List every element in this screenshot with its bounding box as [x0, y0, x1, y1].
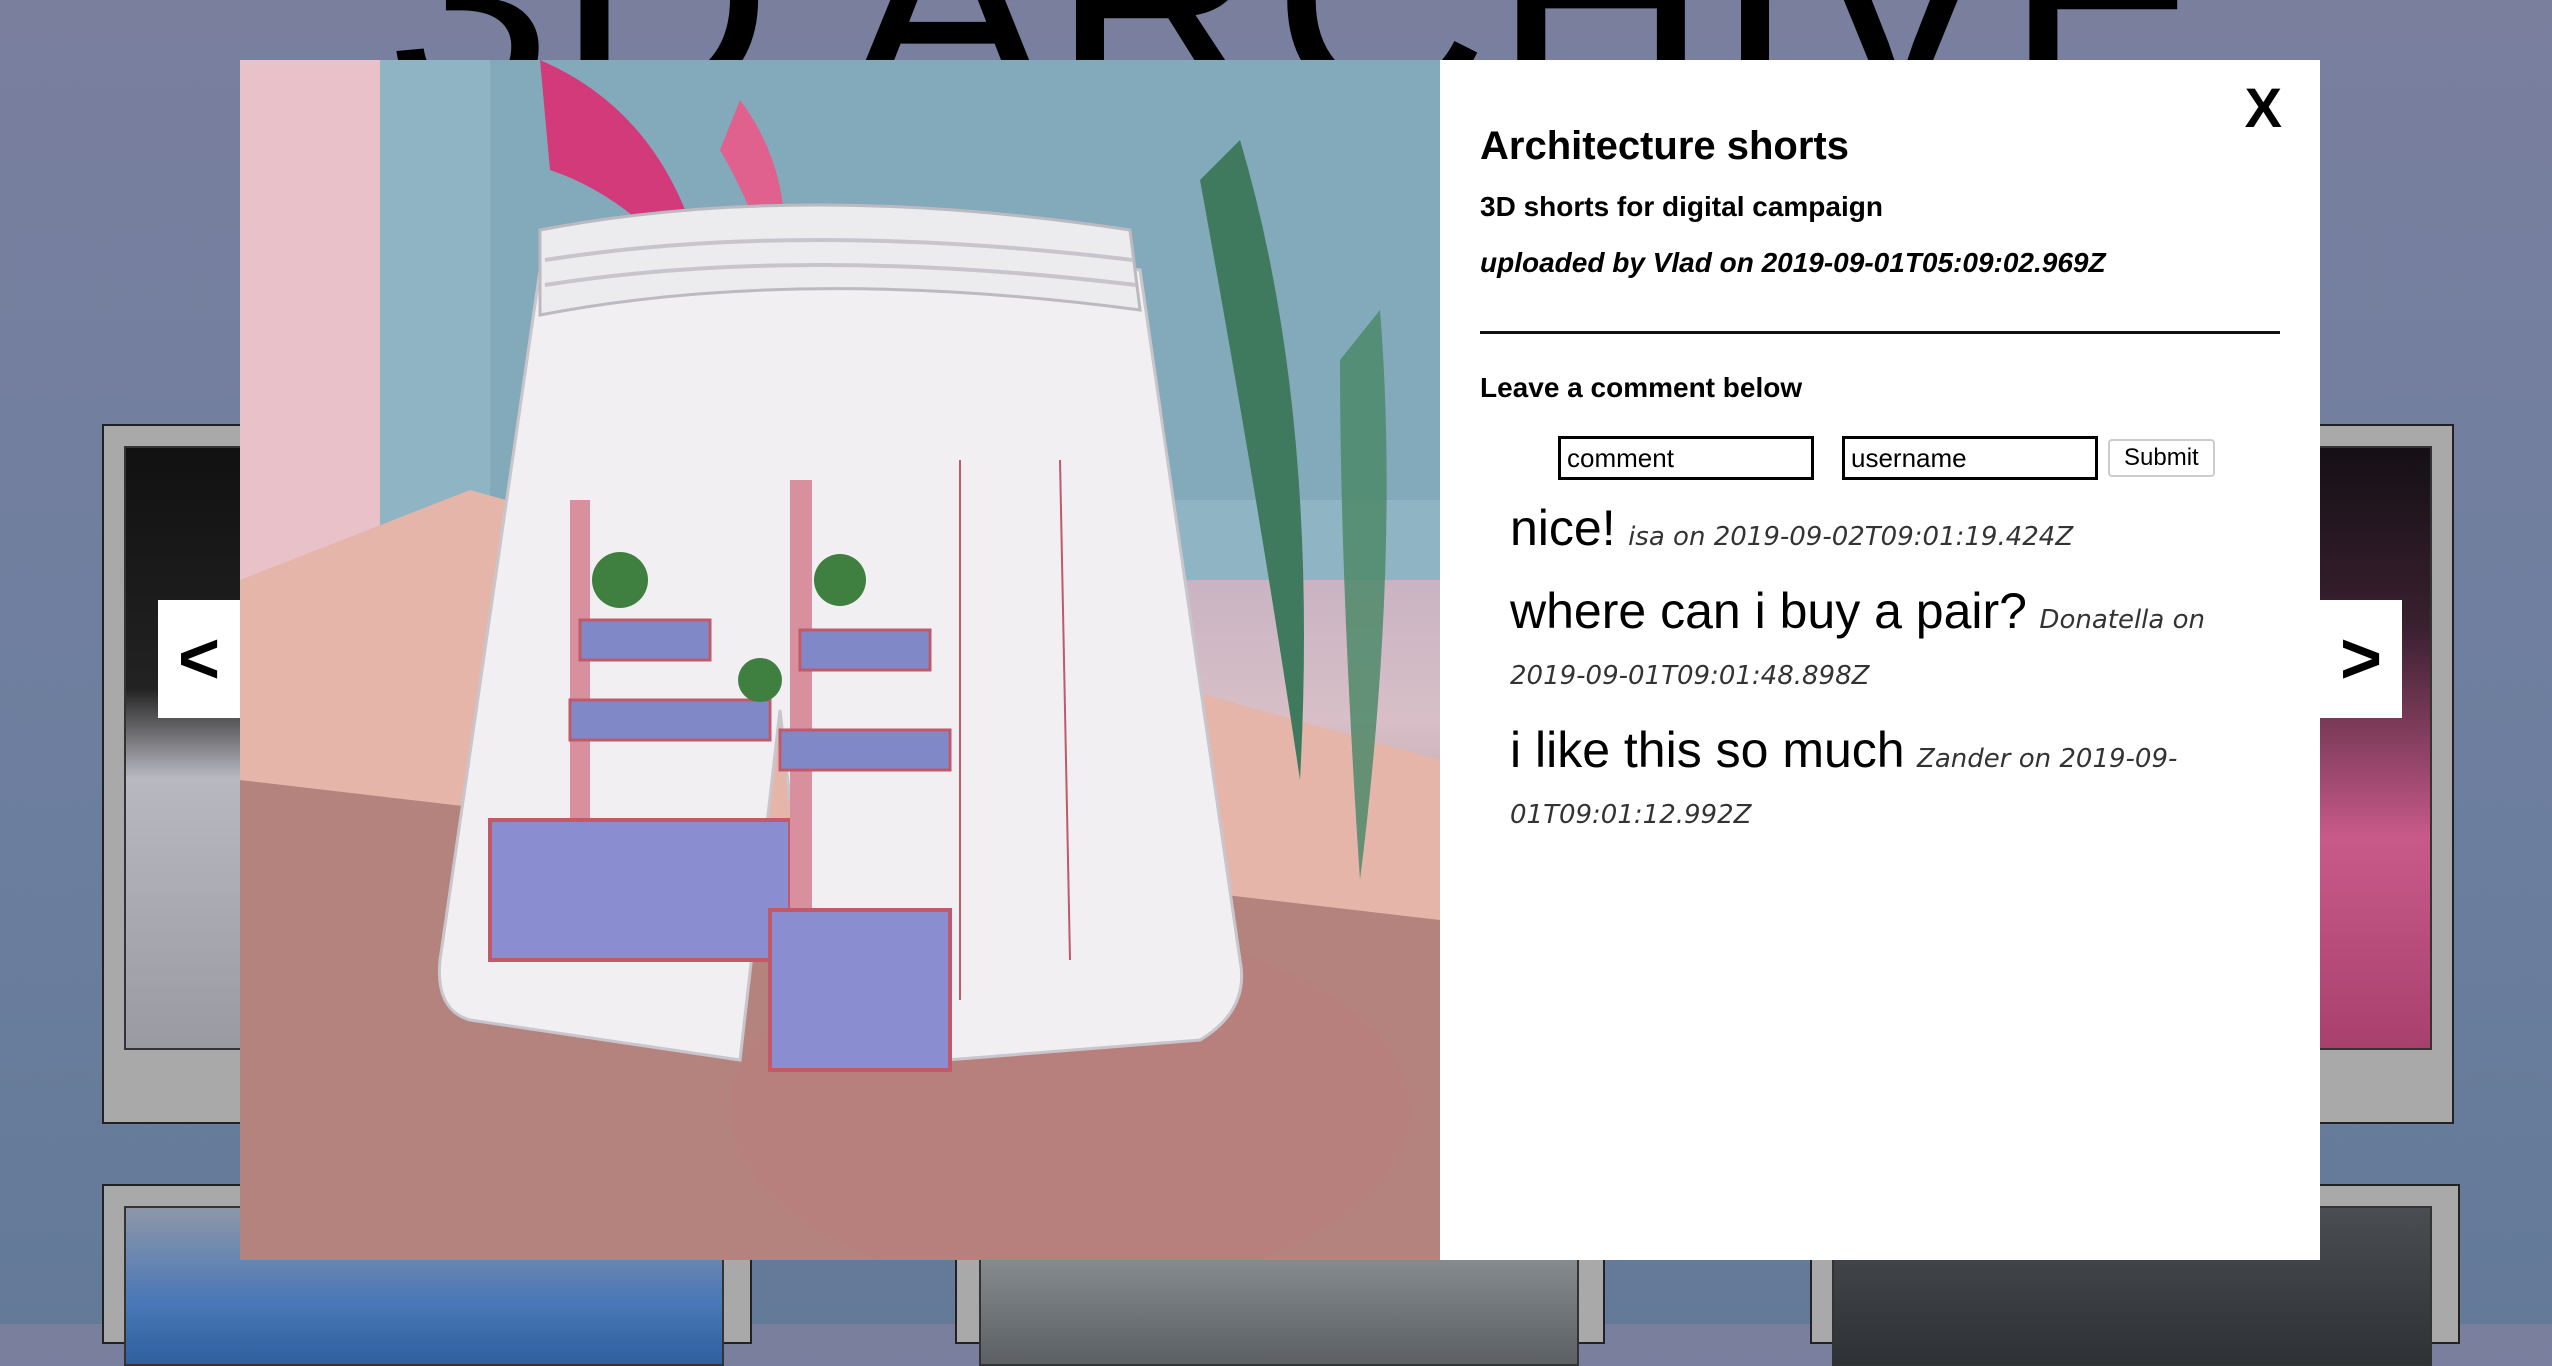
item-description: 3D shorts for digital campaign	[1480, 191, 1883, 222]
item-details-panel: X Architecture shorts 3D shorts for digi…	[1440, 60, 2320, 1260]
comment-text: i like this so much	[1510, 722, 1905, 778]
comment-input[interactable]	[1558, 436, 1814, 480]
comment-item: where can i buy a pair? Donatella on 201…	[1510, 585, 2280, 706]
divider	[1480, 331, 2280, 334]
item-title: Architecture shorts	[1480, 124, 1849, 168]
chevron-right-icon: >	[2339, 619, 2383, 699]
submit-button[interactable]: Submit	[2108, 439, 2215, 477]
close-icon[interactable]: X	[2245, 74, 2282, 141]
comment-meta: isa on 2019-09-02T09:01:19.424Z	[1628, 522, 2074, 552]
upload-info: uploaded by Vlad on 2019-09-01T05:09:02.…	[1480, 247, 2106, 278]
comment-text: where can i buy a pair?	[1510, 583, 2027, 639]
comment-item: i like this so much Zander on 2019-09-01…	[1510, 724, 2280, 845]
next-arrow-button[interactable]: >	[2320, 600, 2402, 718]
comment-prompt: Leave a comment below	[1480, 372, 1803, 403]
chevron-left-icon: <	[177, 619, 221, 699]
comment-text: nice!	[1510, 500, 1616, 556]
prev-arrow-button[interactable]: <	[158, 600, 240, 718]
item-image	[240, 60, 1440, 1260]
shorts-render-illustration	[240, 60, 1440, 1260]
username-input[interactable]	[1842, 436, 2098, 480]
item-modal: X Architecture shorts 3D shorts for digi…	[240, 60, 2320, 1260]
comment-form: Submit	[1480, 436, 2280, 480]
comment-list: nice! isa on 2019-09-02T09:01:19.424Z wh…	[1480, 502, 2280, 845]
comment-item: nice! isa on 2019-09-02T09:01:19.424Z	[1510, 502, 2280, 567]
